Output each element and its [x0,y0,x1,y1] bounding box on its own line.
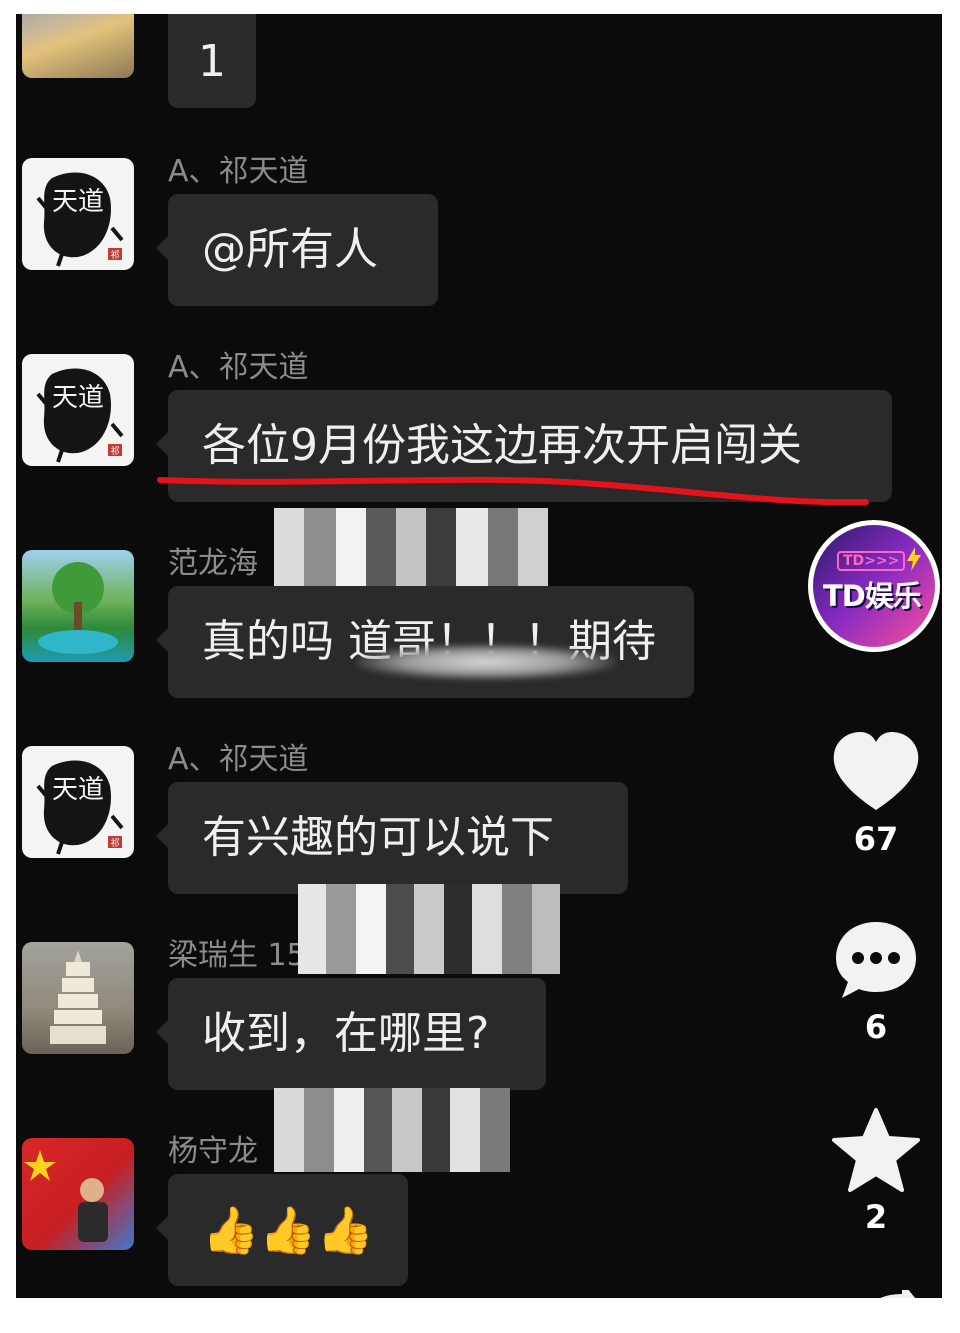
message-bubble-7[interactable]: 👍👍👍 [156,1174,408,1286]
sender-name: 杨守龙 [168,1134,258,1169]
brand-tag: TD>>> [837,551,906,571]
heart-icon [833,732,919,810]
lightning-icon [907,547,921,571]
message-bubble-5[interactable]: 有兴趣的可以说下 [156,782,628,894]
like-count: 67 [853,820,899,858]
brand-name: TD娱乐 [823,579,922,613]
favorite-count: 2 [864,1198,888,1236]
pixelated-redaction [274,1088,510,1172]
pixelated-redaction [298,884,560,974]
tree-icon [38,562,118,654]
flag-photo-icon [24,1150,108,1242]
flag-avatar[interactable] [22,1138,134,1250]
like-button[interactable]: 67 [826,730,926,858]
sender-name: 范龙海 [168,546,258,581]
share-icon [880,1290,916,1298]
message-text: 有兴趣的可以说下 [202,812,554,863]
sender-name: 梁瑞生 15 [168,938,306,973]
message-text: 👍👍👍 [202,1203,374,1257]
comment-count: 6 [864,1008,888,1046]
message-bubble-6[interactable]: 收到，在哪里? [156,978,546,1090]
brand-logo[interactable]: TD>>> TD娱乐 [808,520,940,652]
nature-avatar[interactable] [22,550,134,662]
favorite-button[interactable]: 2 [826,1108,926,1236]
share-button[interactable] [826,1290,926,1298]
sender-name: A、祁天道 [168,742,309,777]
svg-text:天道: 天道 [52,775,104,805]
brand-logo-circle: TD>>> TD娱乐 [813,525,935,647]
chat-screen: 1 天道 祁 A、祁天道 @所有人 天道 祁 A、祁天道 各位9月份我这边再次开… [16,14,942,1298]
pagoda-avatar[interactable] [22,942,134,1054]
ink-calligraphy-icon: 天道 祁 [36,760,124,855]
message-text: 收到，在哪里? [202,1008,490,1059]
message-bubble-4[interactable]: 真的吗 道哥！！！期待 [156,586,694,698]
blur-redaction [356,644,616,680]
pagoda-icon [50,950,106,1044]
red-underline-annotation [157,476,869,506]
svg-text:祁: 祁 [110,837,119,849]
comment-button[interactable]: 6 [826,918,926,1046]
star-icon [832,1108,920,1192]
comment-icon [836,922,916,998]
ink-avatar[interactable]: 天道 祁 [22,746,134,858]
